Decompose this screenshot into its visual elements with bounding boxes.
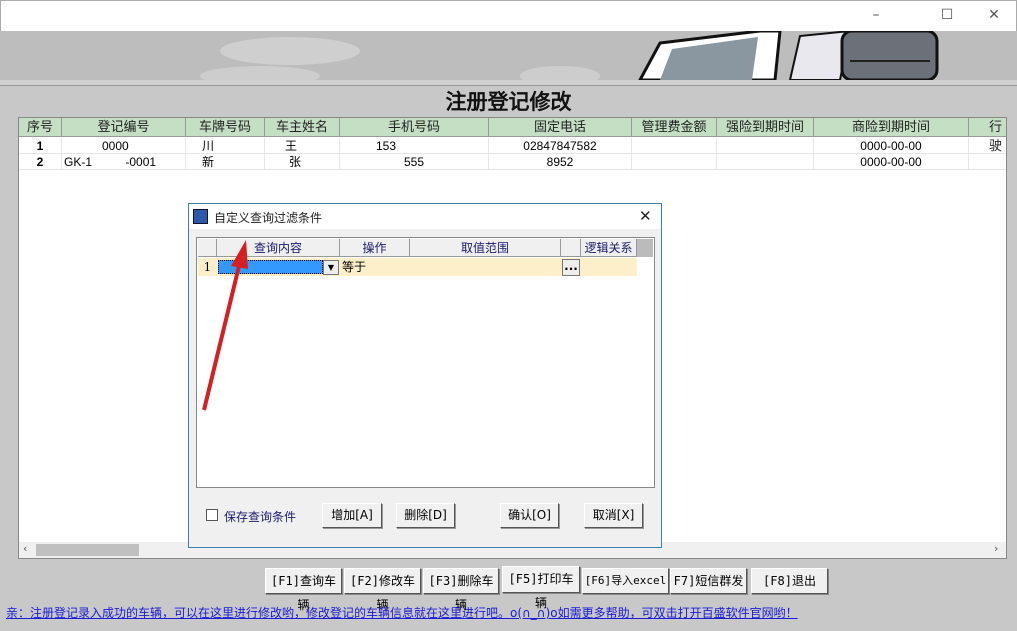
cell-commercial-expiry: 0000-00-00: [814, 138, 969, 154]
scroll-right-icon[interactable]: ›: [994, 542, 998, 555]
add-button[interactable]: 增加[A]: [322, 503, 382, 528]
close-button[interactable]: ✕: [979, 7, 1009, 27]
column-header[interactable]: 序号: [19, 118, 62, 137]
column-header[interactable]: 行驶: [969, 118, 1006, 154]
cell-index: 2: [19, 154, 62, 170]
delete-button[interactable]: 删除[D]: [396, 503, 455, 528]
logic-cell[interactable]: [581, 258, 637, 276]
cell-extra: [969, 154, 1006, 170]
range-cell[interactable]: [410, 258, 561, 276]
query-vehicle-button[interactable]: [F1]查询车辆: [265, 568, 342, 612]
column-header[interactable]: 手机号码: [340, 118, 489, 137]
delete-vehicle-button[interactable]: [F3]删除车辆: [423, 568, 499, 612]
cell-plate: 新: [186, 154, 265, 170]
query-content-select[interactable]: [218, 260, 323, 274]
minimize-button[interactable]: –: [861, 7, 891, 27]
column-header[interactable]: 车主姓名: [265, 118, 340, 137]
column-header[interactable]: 车牌号码: [186, 118, 265, 137]
cell-phone: 02847847582: [489, 138, 632, 154]
cell-phone: 8952: [489, 154, 632, 170]
sms-broadcast-button[interactable]: F7]短信群发: [670, 568, 747, 594]
cell-index: 1: [19, 138, 62, 154]
title-bar: – ☐ ✕: [0, 0, 1017, 31]
column-header[interactable]: 强险到期时间: [717, 118, 814, 137]
app-icon: [193, 209, 208, 224]
cell-owner: 张: [265, 154, 340, 170]
row-header-corner: [198, 239, 217, 257]
print-vehicle-button[interactable]: [F5]打印车辆: [502, 566, 580, 610]
condition-grid[interactable]: 查询内容 操作 取值范围 逻辑关系 1 ▼ 等于 ...: [196, 237, 655, 488]
page-title: 注册登记修改: [445, 90, 572, 114]
column-header: 查询内容: [217, 239, 340, 257]
cell-reg-no: GK-1 -0001: [62, 154, 186, 170]
chevron-down-icon[interactable]: ▼: [323, 260, 339, 275]
operator-cell[interactable]: 等于: [340, 258, 410, 276]
save-conditions-label: 保存查询条件: [224, 510, 297, 524]
dialog-title-bar: 自定义查询过滤条件 ✕: [189, 204, 661, 229]
cell-mobile: 153: [340, 138, 489, 154]
column-header[interactable]: 管理费金额: [632, 118, 717, 137]
cell-plate: 川: [186, 138, 265, 154]
column-header: 操作: [340, 239, 410, 257]
confirm-button[interactable]: 确认[O]: [500, 503, 559, 528]
cancel-button[interactable]: 取消[X]: [584, 503, 643, 528]
column-header[interactable]: 登记编号: [62, 118, 186, 137]
row-number: 1: [198, 258, 217, 276]
cell-fee: [632, 154, 717, 170]
banner-image: [0, 31, 1017, 80]
dialog-title: 自定义查询过滤条件: [214, 211, 323, 225]
column-header[interactable]: 固定电话: [489, 118, 632, 137]
cell-extra: [969, 138, 1006, 154]
edit-vehicle-button[interactable]: [F2]修改车辆: [344, 568, 421, 612]
cell-mobile: 555: [340, 154, 489, 170]
exit-button[interactable]: [F8]退出: [751, 568, 828, 594]
range-picker-button[interactable]: ...: [562, 259, 580, 276]
cell-commercial-expiry: 0000-00-00: [814, 154, 969, 170]
column-header[interactable]: 商险到期时间: [814, 118, 969, 137]
vertical-scrollbar[interactable]: [637, 239, 653, 257]
computer-illustration-icon: [200, 31, 939, 80]
cell-compulsory-expiry: [717, 154, 814, 170]
filter-dialog: 自定义查询过滤条件 ✕ 查询内容 操作 取值范围 逻辑关系 1 ▼ 等于 ...…: [188, 203, 662, 548]
dialog-close-button[interactable]: ✕: [639, 207, 652, 225]
column-header: 取值范围: [410, 239, 561, 257]
column-header: 逻辑关系: [581, 239, 637, 257]
help-link[interactable]: 亲：注册登记录入成功的车辆，可以在这里进行修改哟，修改登记的车辆信息就在这里进行…: [6, 604, 798, 621]
cell-owner: 王: [265, 138, 340, 154]
cell-fee: [632, 138, 717, 154]
import-excel-button[interactable]: [F6]导入excel: [582, 568, 669, 594]
cell-compulsory-expiry: [717, 138, 814, 154]
save-conditions-checkbox[interactable]: [206, 509, 218, 521]
maximize-button[interactable]: ☐: [932, 7, 962, 27]
cell-reg-no: 0000: [62, 138, 186, 154]
scroll-left-icon[interactable]: ‹: [23, 542, 27, 555]
scrollbar-thumb[interactable]: [36, 544, 139, 556]
column-header: [561, 239, 581, 257]
